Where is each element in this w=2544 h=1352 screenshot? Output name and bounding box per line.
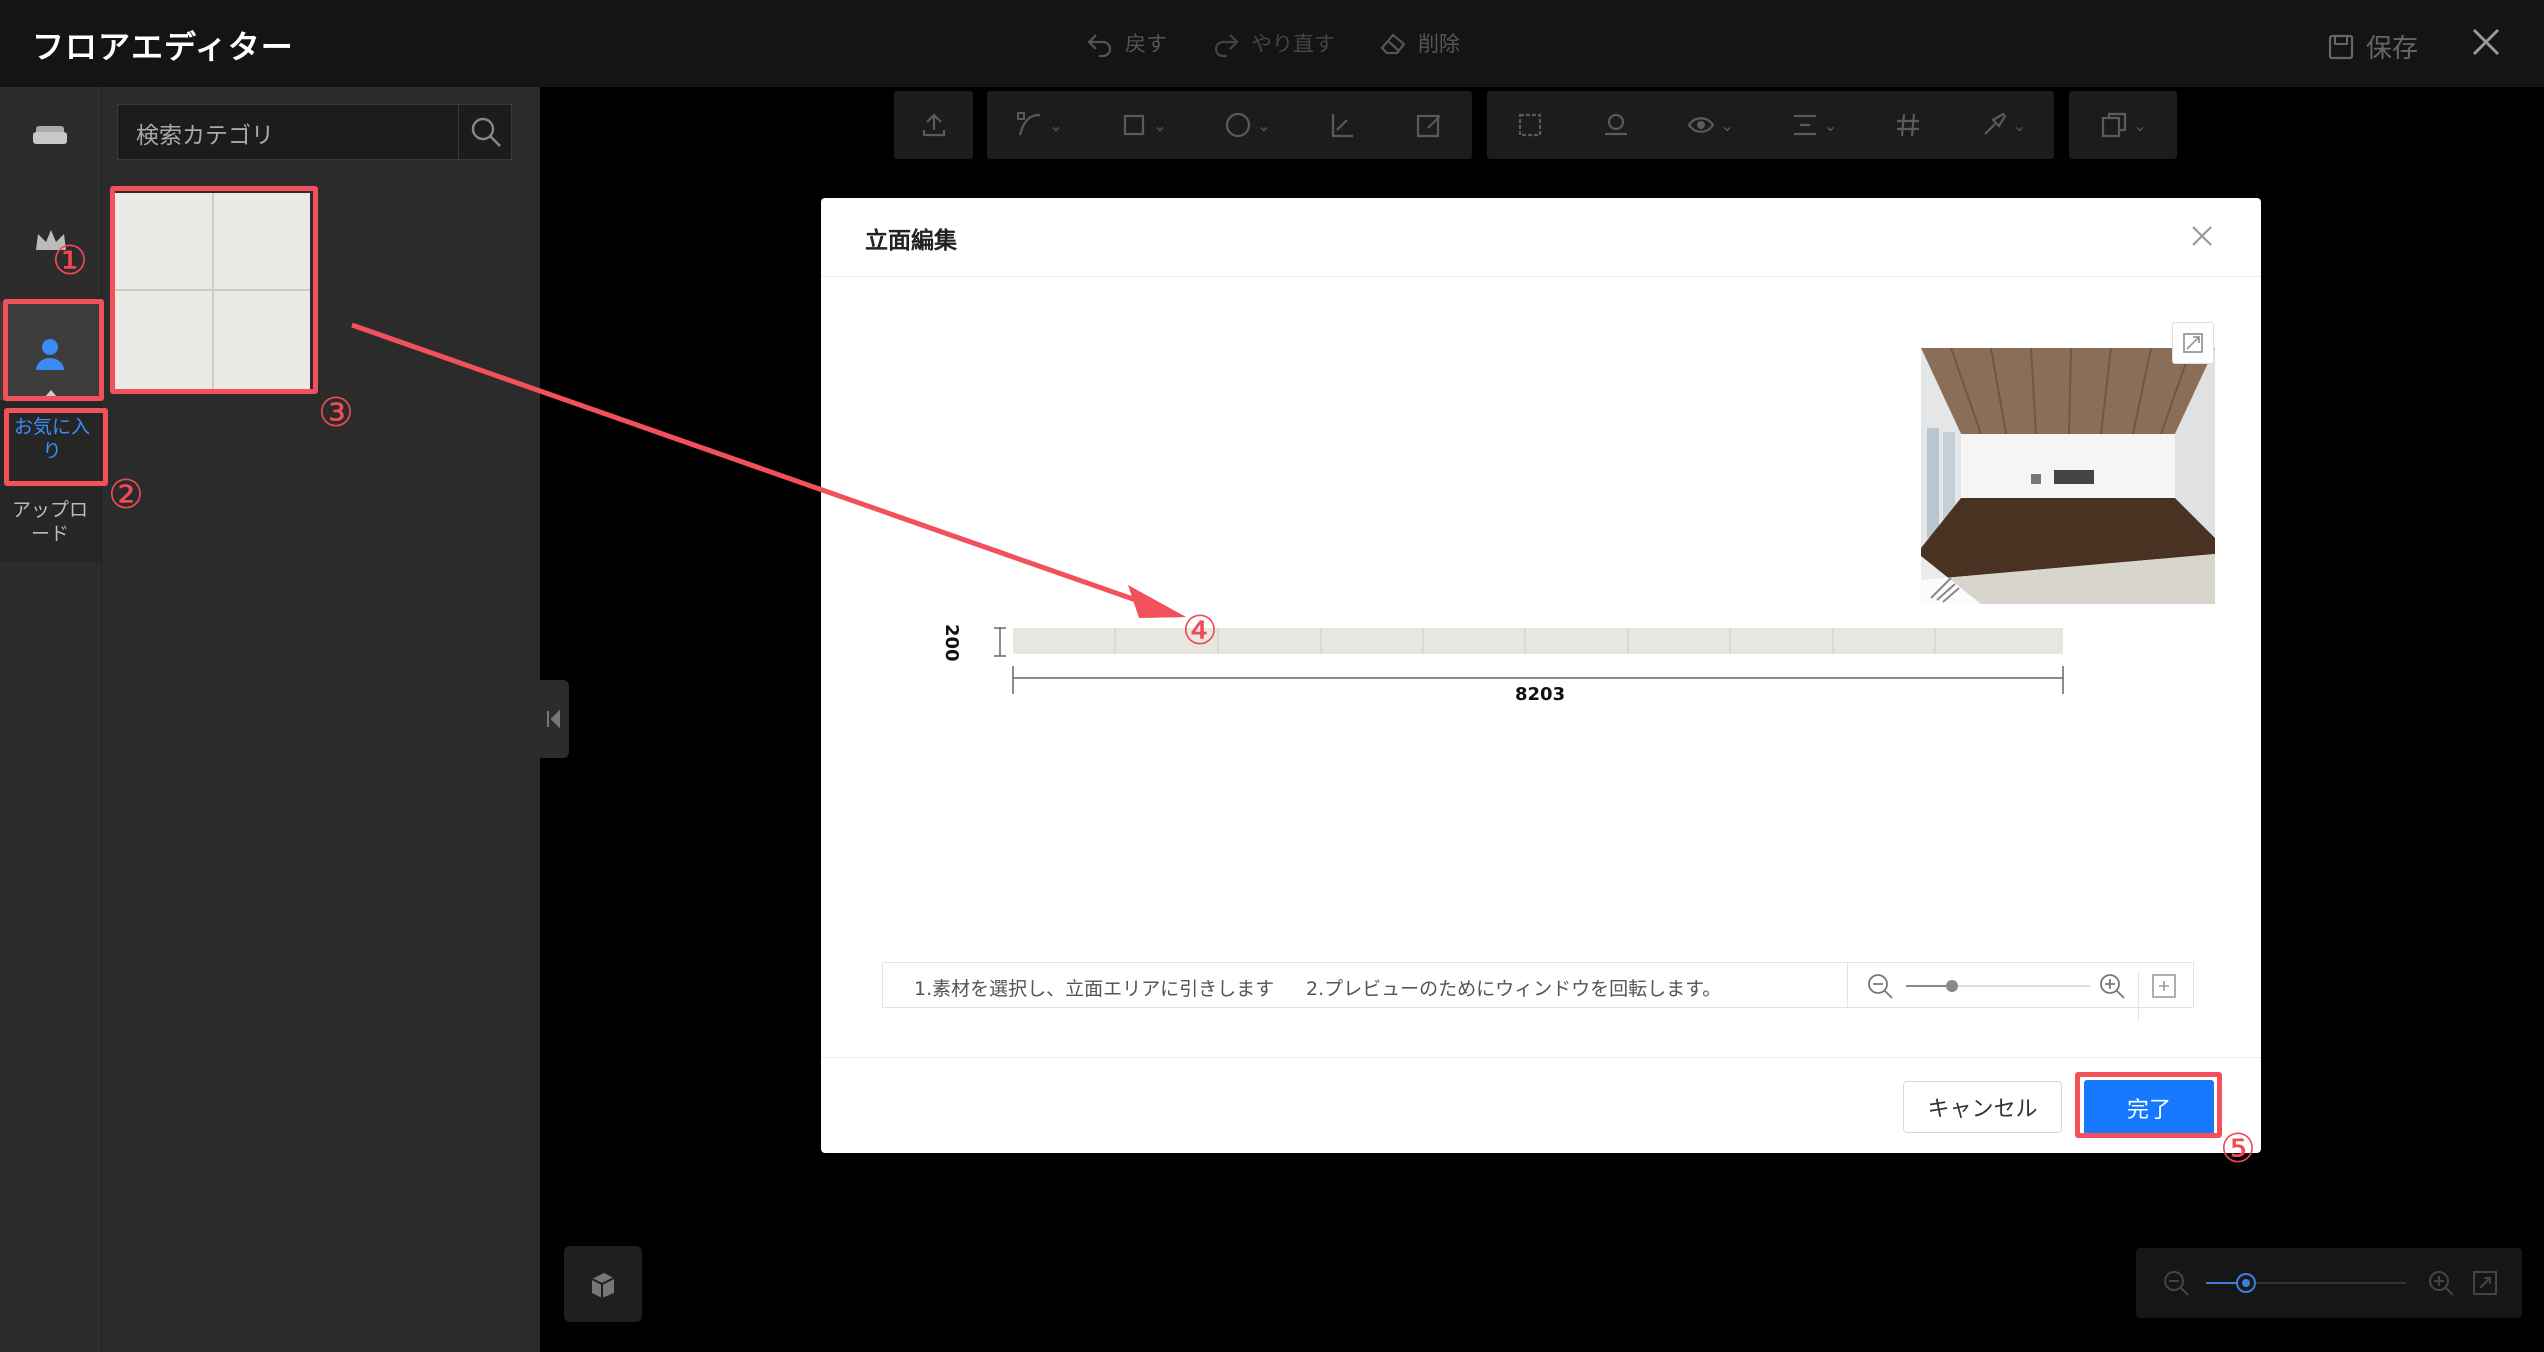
step-marker-3: ③ [318,390,354,436]
step-marker-5: ⑤ [2220,1126,2256,1172]
step-marker-1: ① [52,238,88,284]
step-marker-2: ② [108,472,144,518]
annotation-arrow [351,322,1186,618]
step-marker-4: ④ [1182,608,1218,654]
